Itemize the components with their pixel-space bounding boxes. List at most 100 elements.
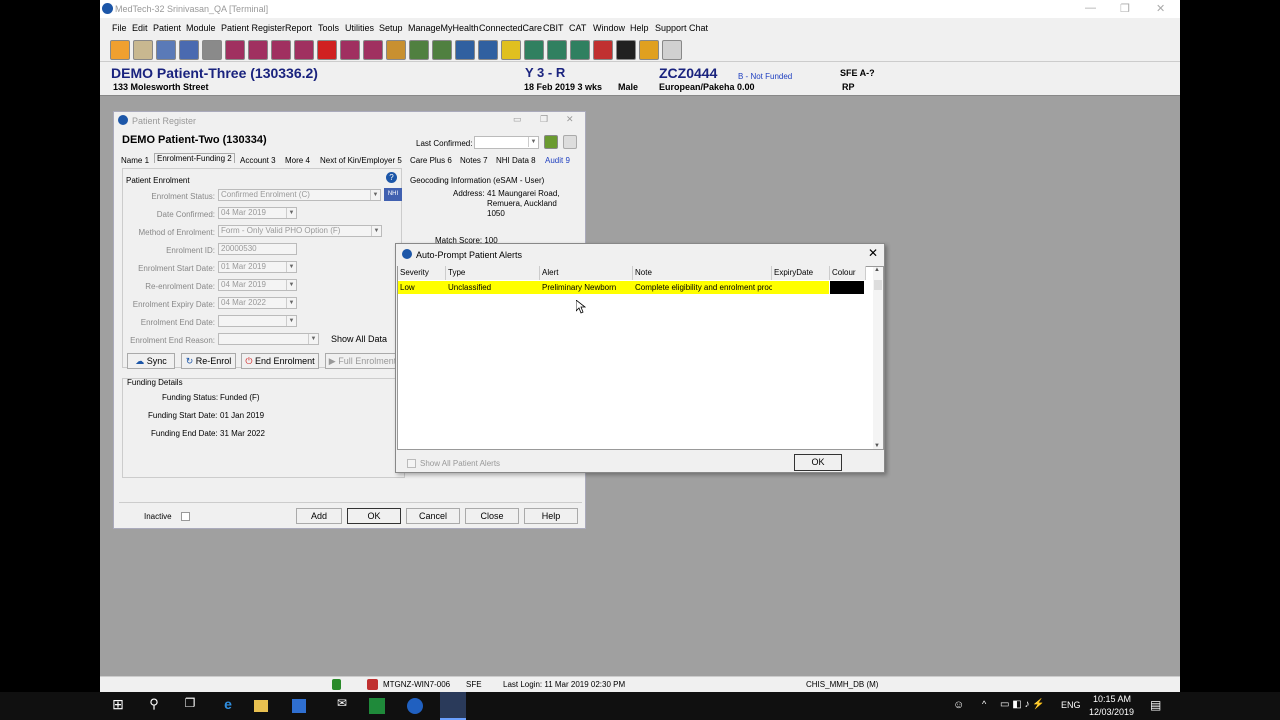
ok-button[interactable]: OK (347, 508, 401, 524)
tab-nhi-data[interactable]: NHI Data 8 (496, 156, 536, 165)
pr-minimize-button[interactable]: ▭ (513, 114, 522, 125)
toolbar-icon-14[interactable] (409, 40, 429, 60)
alerts-ok-button[interactable]: OK (794, 454, 842, 471)
pr-restore-button[interactable]: ❐ (540, 114, 548, 125)
help-icon[interactable]: ? (386, 172, 397, 183)
menu-tools[interactable]: Tools (318, 23, 339, 33)
alerts-close-button[interactable]: ✕ (868, 246, 878, 260)
toolbar-icon-22[interactable] (593, 40, 613, 60)
menu-report[interactable]: Report (285, 23, 312, 33)
minimize-button[interactable]: — (1085, 2, 1096, 14)
col-type[interactable]: Type (446, 266, 540, 280)
nhi-button[interactable]: NHI (384, 188, 402, 201)
tab-enrolment-funding[interactable]: Enrolment-Funding 2 (154, 153, 235, 163)
method-of-enrolment-select[interactable]: Form - Only Valid PHO Option (F) ▼ (218, 225, 382, 237)
end-enrolment-button[interactable]: ⏻ End Enrolment (241, 353, 319, 369)
menu-module[interactable]: Module (186, 23, 216, 33)
people-icon[interactable]: ☺ (953, 699, 964, 711)
cancel-button[interactable]: Cancel (406, 508, 460, 524)
close-button[interactable]: ✕ (1156, 2, 1165, 15)
enrolment-id-field[interactable]: 20000530 (218, 243, 297, 255)
clock-time[interactable]: 10:15 AM (1093, 694, 1131, 704)
close-window-button[interactable]: Close (465, 508, 519, 524)
edge-browser-icon[interactable]: e (216, 696, 240, 716)
inactive-checkbox[interactable] (181, 512, 190, 521)
medtech-taskbar-icon[interactable] (407, 698, 423, 714)
notifications-icon[interactable]: ▤ (1150, 698, 1161, 712)
last-confirmed-select[interactable]: ▼ (474, 136, 539, 149)
menu-managemyhealth[interactable]: ManageMyHealth (408, 23, 479, 33)
tab-name[interactable]: Name 1 (121, 156, 149, 165)
toolbar-icon-10[interactable] (317, 40, 337, 60)
add-button[interactable]: Add (296, 508, 342, 524)
menu-patient[interactable]: Patient (153, 23, 181, 33)
menu-setup[interactable]: Setup (379, 23, 403, 33)
menu-file[interactable]: File (112, 23, 127, 33)
tab-care-plus[interactable]: Care Plus 6 (410, 156, 452, 165)
search-icon[interactable]: ⚲ (142, 696, 166, 716)
menu-utilities[interactable]: Utilities (345, 23, 374, 33)
toolbar-icon-17[interactable] (478, 40, 498, 60)
col-colour[interactable]: Colour (830, 266, 866, 280)
tab-more[interactable]: More 4 (285, 156, 310, 165)
scroll-thumb[interactable] (874, 280, 882, 290)
pr-close-button[interactable]: ✕ (566, 114, 574, 125)
enrolment-status-select[interactable]: Confirmed Enrolment (C) ▼ (218, 189, 381, 201)
menu-cbit[interactable]: CBIT (543, 23, 564, 33)
menu-edit[interactable]: Edit (132, 23, 148, 33)
tab-audit[interactable]: Audit 9 (545, 156, 570, 165)
enrolment-end-date-field[interactable]: ▼ (218, 315, 297, 327)
toolbar-icon-11[interactable] (340, 40, 360, 60)
tab-next-of-kin[interactable]: Next of Kin/Employer 5 (320, 156, 402, 165)
sync-button[interactable]: ☁ Sync (127, 353, 175, 369)
tab-account[interactable]: Account 3 (240, 156, 276, 165)
maximize-button[interactable]: ❐ (1120, 2, 1130, 15)
warning-icon[interactable] (501, 40, 521, 60)
language-indicator[interactable]: ENG (1061, 700, 1081, 710)
reenrolment-date-field[interactable]: 04 Mar 2019 ▼ (218, 279, 297, 291)
refresh-icon[interactable] (544, 135, 558, 149)
date-confirmed-field[interactable]: 04 Mar 2019 ▼ (218, 207, 297, 219)
toolbar-icon-13[interactable] (386, 40, 406, 60)
toolbar-icon-2[interactable] (133, 40, 153, 60)
menu-window[interactable]: Window (593, 23, 625, 33)
col-severity[interactable]: Severity (398, 266, 446, 280)
toolbar-icon-16[interactable] (455, 40, 475, 60)
scroll-up-icon[interactable]: ▲ (874, 267, 880, 273)
toolbar-icon-15[interactable] (432, 40, 452, 60)
menu-help[interactable]: Help (630, 23, 649, 33)
mail-icon[interactable]: ✉ (330, 696, 354, 716)
store-icon[interactable] (292, 699, 306, 713)
excel-icon[interactable] (369, 698, 385, 714)
reenrol-button[interactable]: ↻ Re-Enrol (181, 353, 236, 369)
menu-cat[interactable]: CAT (569, 23, 586, 33)
task-view-icon[interactable]: ❐ (178, 696, 202, 716)
toolbar-icon-7[interactable] (248, 40, 268, 60)
tray-icons[interactable]: ▭ ◧ ♪ ⚡ (1000, 699, 1045, 710)
alerts-scrollbar[interactable]: ▲ ▼ (873, 267, 883, 449)
toolbar-icon-12[interactable] (363, 40, 383, 60)
file-explorer-icon[interactable] (254, 700, 268, 712)
show-all-alerts-checkbox[interactable] (407, 459, 416, 468)
clock-icon[interactable] (639, 40, 659, 60)
toolbar-icon-1[interactable] (110, 40, 130, 60)
enrolment-start-date-field[interactable]: 01 Mar 2019 ▼ (218, 261, 297, 273)
toolbar-icon-5[interactable] (202, 40, 222, 60)
col-alert[interactable]: Alert (540, 266, 633, 280)
col-expiry-date[interactable]: ExpiryDate (772, 266, 830, 280)
toolbar-icon-8[interactable] (271, 40, 291, 60)
toolbar-icon-23[interactable] (616, 40, 636, 60)
toolbar-icon-9[interactable] (294, 40, 314, 60)
enrolment-expiry-date-field[interactable]: 04 Mar 2022 ▼ (218, 297, 297, 309)
tab-notes[interactable]: Notes 7 (460, 156, 488, 165)
toolbar-icon-21[interactable] (570, 40, 590, 60)
col-note[interactable]: Note (633, 266, 772, 280)
windows-start-icon[interactable]: ⊞ (106, 696, 130, 716)
menu-connectedcare[interactable]: ConnectedCare (479, 23, 542, 33)
medtech-active-taskbar-icon[interactable] (440, 692, 466, 720)
scroll-down-icon[interactable]: ▼ (874, 443, 880, 449)
clock-date[interactable]: 12/03/2019 (1089, 707, 1134, 717)
menu-patient-register[interactable]: Patient Register (221, 23, 285, 33)
toolbar-icon-4[interactable] (179, 40, 199, 60)
show-all-data-button[interactable]: Show All Data (330, 332, 388, 348)
